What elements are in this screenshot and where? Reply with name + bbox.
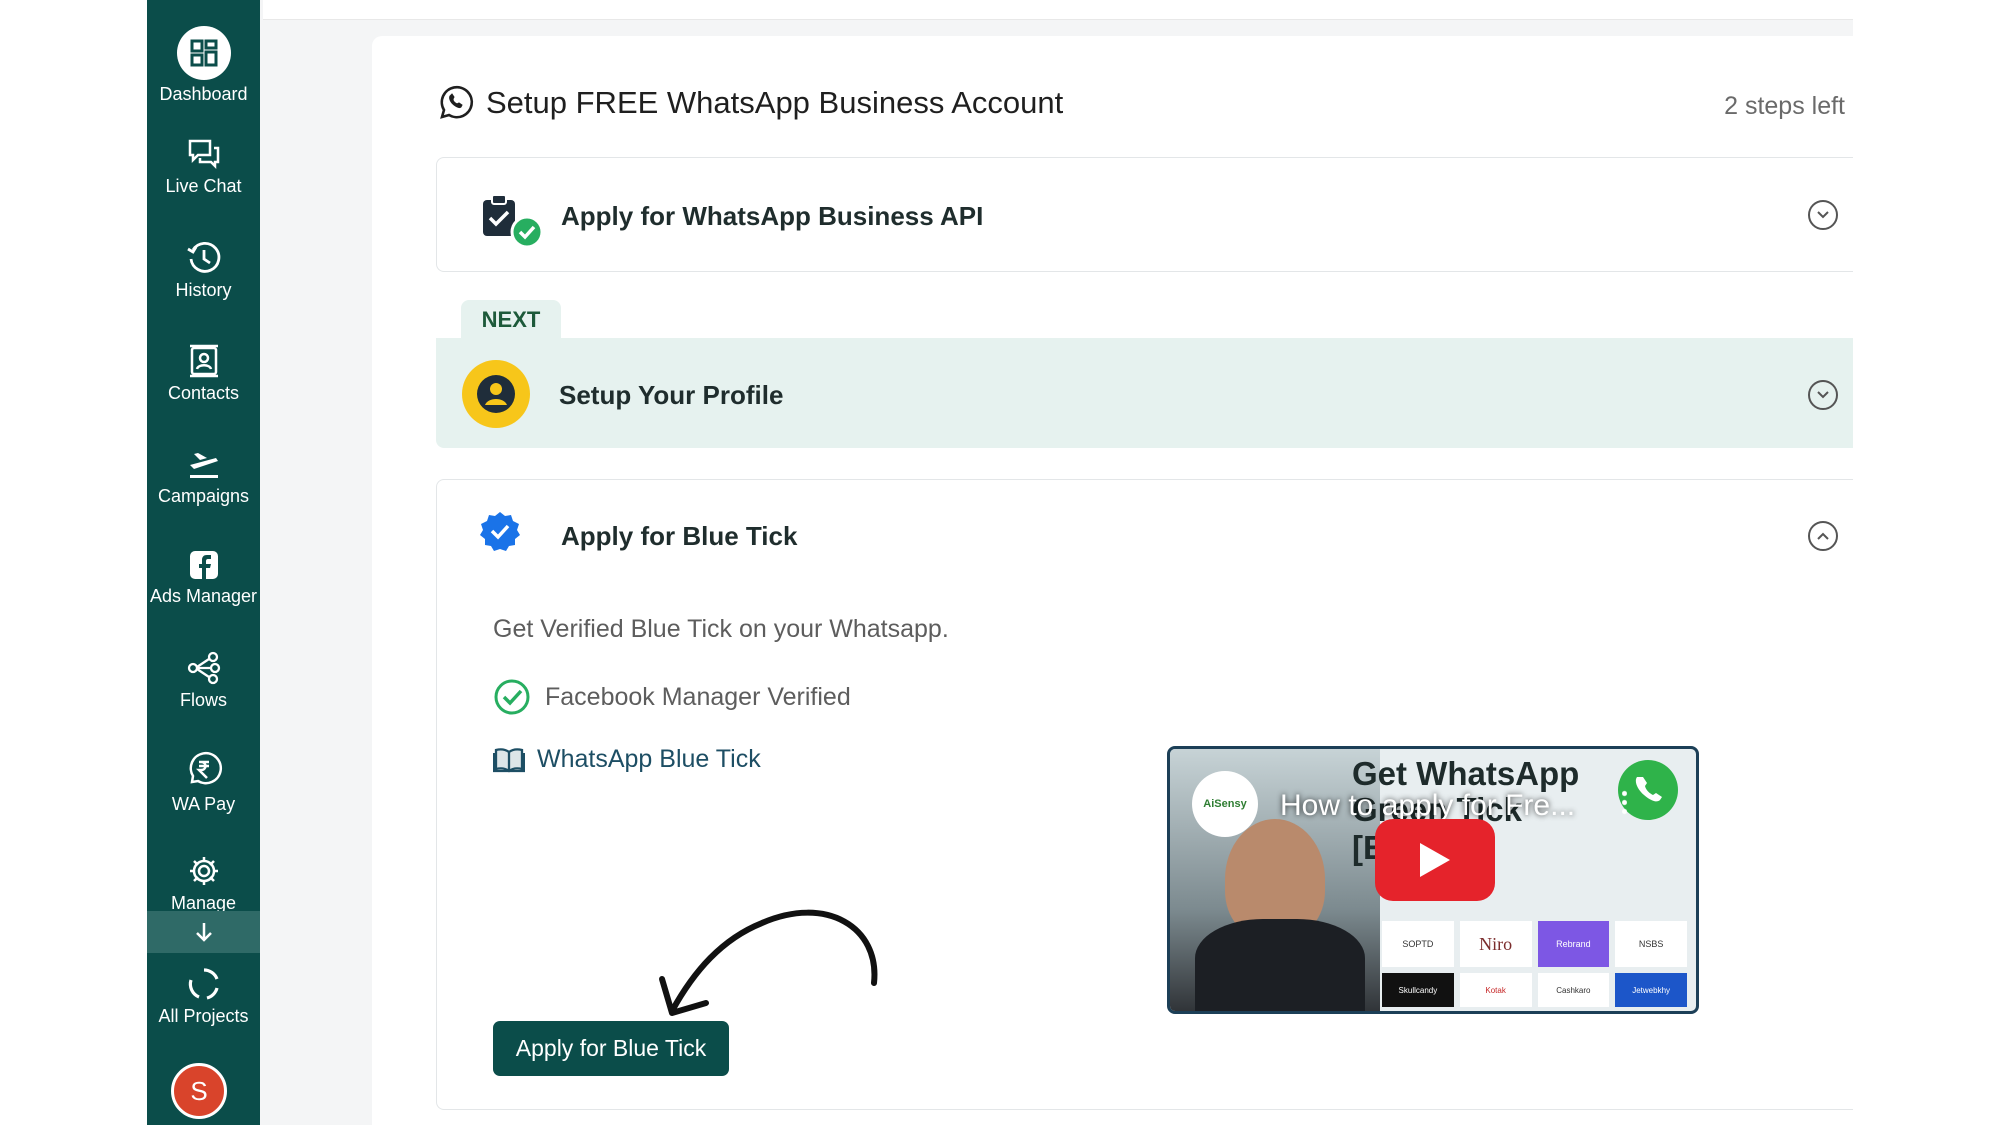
top-bar	[263, 0, 1853, 20]
chat-icon	[188, 139, 219, 170]
chevron-down-icon[interactable]	[1808, 200, 1838, 230]
scroll-down-button[interactable]	[147, 911, 260, 953]
sidebar-item-live-chat[interactable]: Live Chat	[147, 136, 260, 197]
play-button[interactable]	[1375, 819, 1495, 901]
step-card-business-api[interactable]: Apply for WhatsApp Business API	[436, 157, 1853, 272]
sidebar-item-campaigns[interactable]: Campaigns	[147, 446, 260, 507]
sidebar-item-label: All Projects	[158, 1006, 249, 1026]
blue-tick-guide-link[interactable]: WhatsApp Blue Tick	[493, 745, 761, 774]
link-label: WhatsApp Blue Tick	[537, 745, 761, 773]
sidebar-item-wa-pay[interactable]: WA Pay	[147, 750, 260, 815]
avatar[interactable]: S	[171, 1063, 227, 1119]
contacts-icon	[189, 344, 218, 378]
sidebar-item-label: Manage	[170, 893, 237, 911]
video-thumbnail[interactable]: AiSensy Get WhatsApp Green Tick [English…	[1167, 746, 1699, 1014]
projects-icon	[188, 968, 219, 1000]
step-card-profile[interactable]: Setup Your Profile	[436, 338, 1853, 448]
brand-logo: SOPTD	[1382, 921, 1454, 967]
check-circle-icon	[494, 679, 530, 715]
brand-logo: NSBS	[1615, 921, 1687, 967]
checklist-item: Facebook Manager Verified	[493, 678, 851, 716]
brand-logos-grid: SOPTD Niro Rebrand NSBS Skullcandy Kotak…	[1382, 921, 1687, 1007]
chevron-up-icon[interactable]	[1808, 521, 1838, 551]
rupee-icon	[189, 751, 222, 785]
steps-left-counter: 2 steps left	[1724, 92, 1845, 120]
channel-avatar[interactable]: AiSensy	[1192, 771, 1258, 837]
clipboard-check-icon	[483, 194, 544, 249]
step-title: Apply for Blue Tick	[561, 521, 798, 551]
sidebar: Dashboard Live Chat History Contacts Cam…	[147, 0, 260, 1125]
arrow-down-icon	[195, 923, 212, 942]
sidebar-item-manage[interactable]: Manage	[147, 853, 260, 911]
gear-icon	[189, 857, 218, 885]
brand-logo: Jetwebkhy	[1615, 973, 1687, 1007]
sidebar-item-label: History	[175, 280, 232, 300]
history-icon	[186, 241, 220, 273]
title-text: Setup FREE WhatsApp Business Account	[486, 85, 1064, 120]
brand-logo: Niro	[1459, 921, 1532, 967]
facebook-icon	[189, 551, 218, 579]
sidebar-item-label: Flows	[179, 690, 227, 710]
dashboard-icon	[176, 26, 231, 80]
blue-tick-description: Get Verified Blue Tick on your Whatsapp.	[493, 615, 949, 643]
sidebar-item-label: Ads Manager	[149, 586, 258, 606]
sidebar-item-label: Contacts	[167, 383, 240, 403]
sidebar-item-label: Dashboard	[159, 84, 248, 104]
play-icon	[1420, 843, 1450, 877]
checklist-label: Facebook Manager Verified	[545, 682, 851, 711]
sidebar-item-flows[interactable]: Flows	[147, 650, 260, 711]
video-title: How to apply for Fre...	[1280, 789, 1576, 822]
sidebar-item-history[interactable]: History	[147, 240, 260, 301]
chevron-down-icon[interactable]	[1808, 380, 1838, 410]
apply-blue-tick-button[interactable]: Apply for Blue Tick	[493, 1021, 729, 1076]
sidebar-item-ads-manager[interactable]: Ads Manager	[147, 548, 260, 607]
sidebar-item-label: WA Pay	[171, 794, 236, 814]
annotation-arrow	[659, 909, 878, 1016]
verified-badge-icon	[480, 512, 520, 551]
brand-logo: Kotak	[1459, 973, 1532, 1007]
brand-logo: Cashkaro	[1537, 973, 1610, 1007]
presenter-shirt	[1195, 919, 1365, 1011]
brand-logo: Skullcandy	[1382, 973, 1454, 1007]
whatsapp-icon	[440, 85, 474, 119]
sidebar-item-label: Campaigns	[157, 486, 250, 506]
thumbnail-heading: Get WhatsApp	[1352, 755, 1580, 792]
step-title: Apply for WhatsApp Business API	[561, 201, 984, 231]
sidebar-item-dashboard[interactable]: Dashboard	[147, 26, 260, 105]
more-options-icon[interactable]	[1622, 789, 1627, 817]
sidebar-item-all-projects[interactable]: All Projects	[147, 966, 260, 1027]
campaigns-icon	[189, 453, 218, 478]
next-badge: NEXT	[461, 300, 561, 340]
brand-logo: Rebrand	[1537, 921, 1610, 967]
user-circle-icon	[462, 360, 530, 428]
page-title: Setup FREE WhatsApp Business Account	[436, 84, 1063, 122]
step-title: Setup Your Profile	[559, 380, 784, 410]
flows-icon	[187, 651, 220, 685]
sidebar-item-contacts[interactable]: Contacts	[147, 343, 260, 404]
book-open-icon	[493, 747, 525, 772]
sidebar-item-label: Live Chat	[165, 176, 242, 196]
